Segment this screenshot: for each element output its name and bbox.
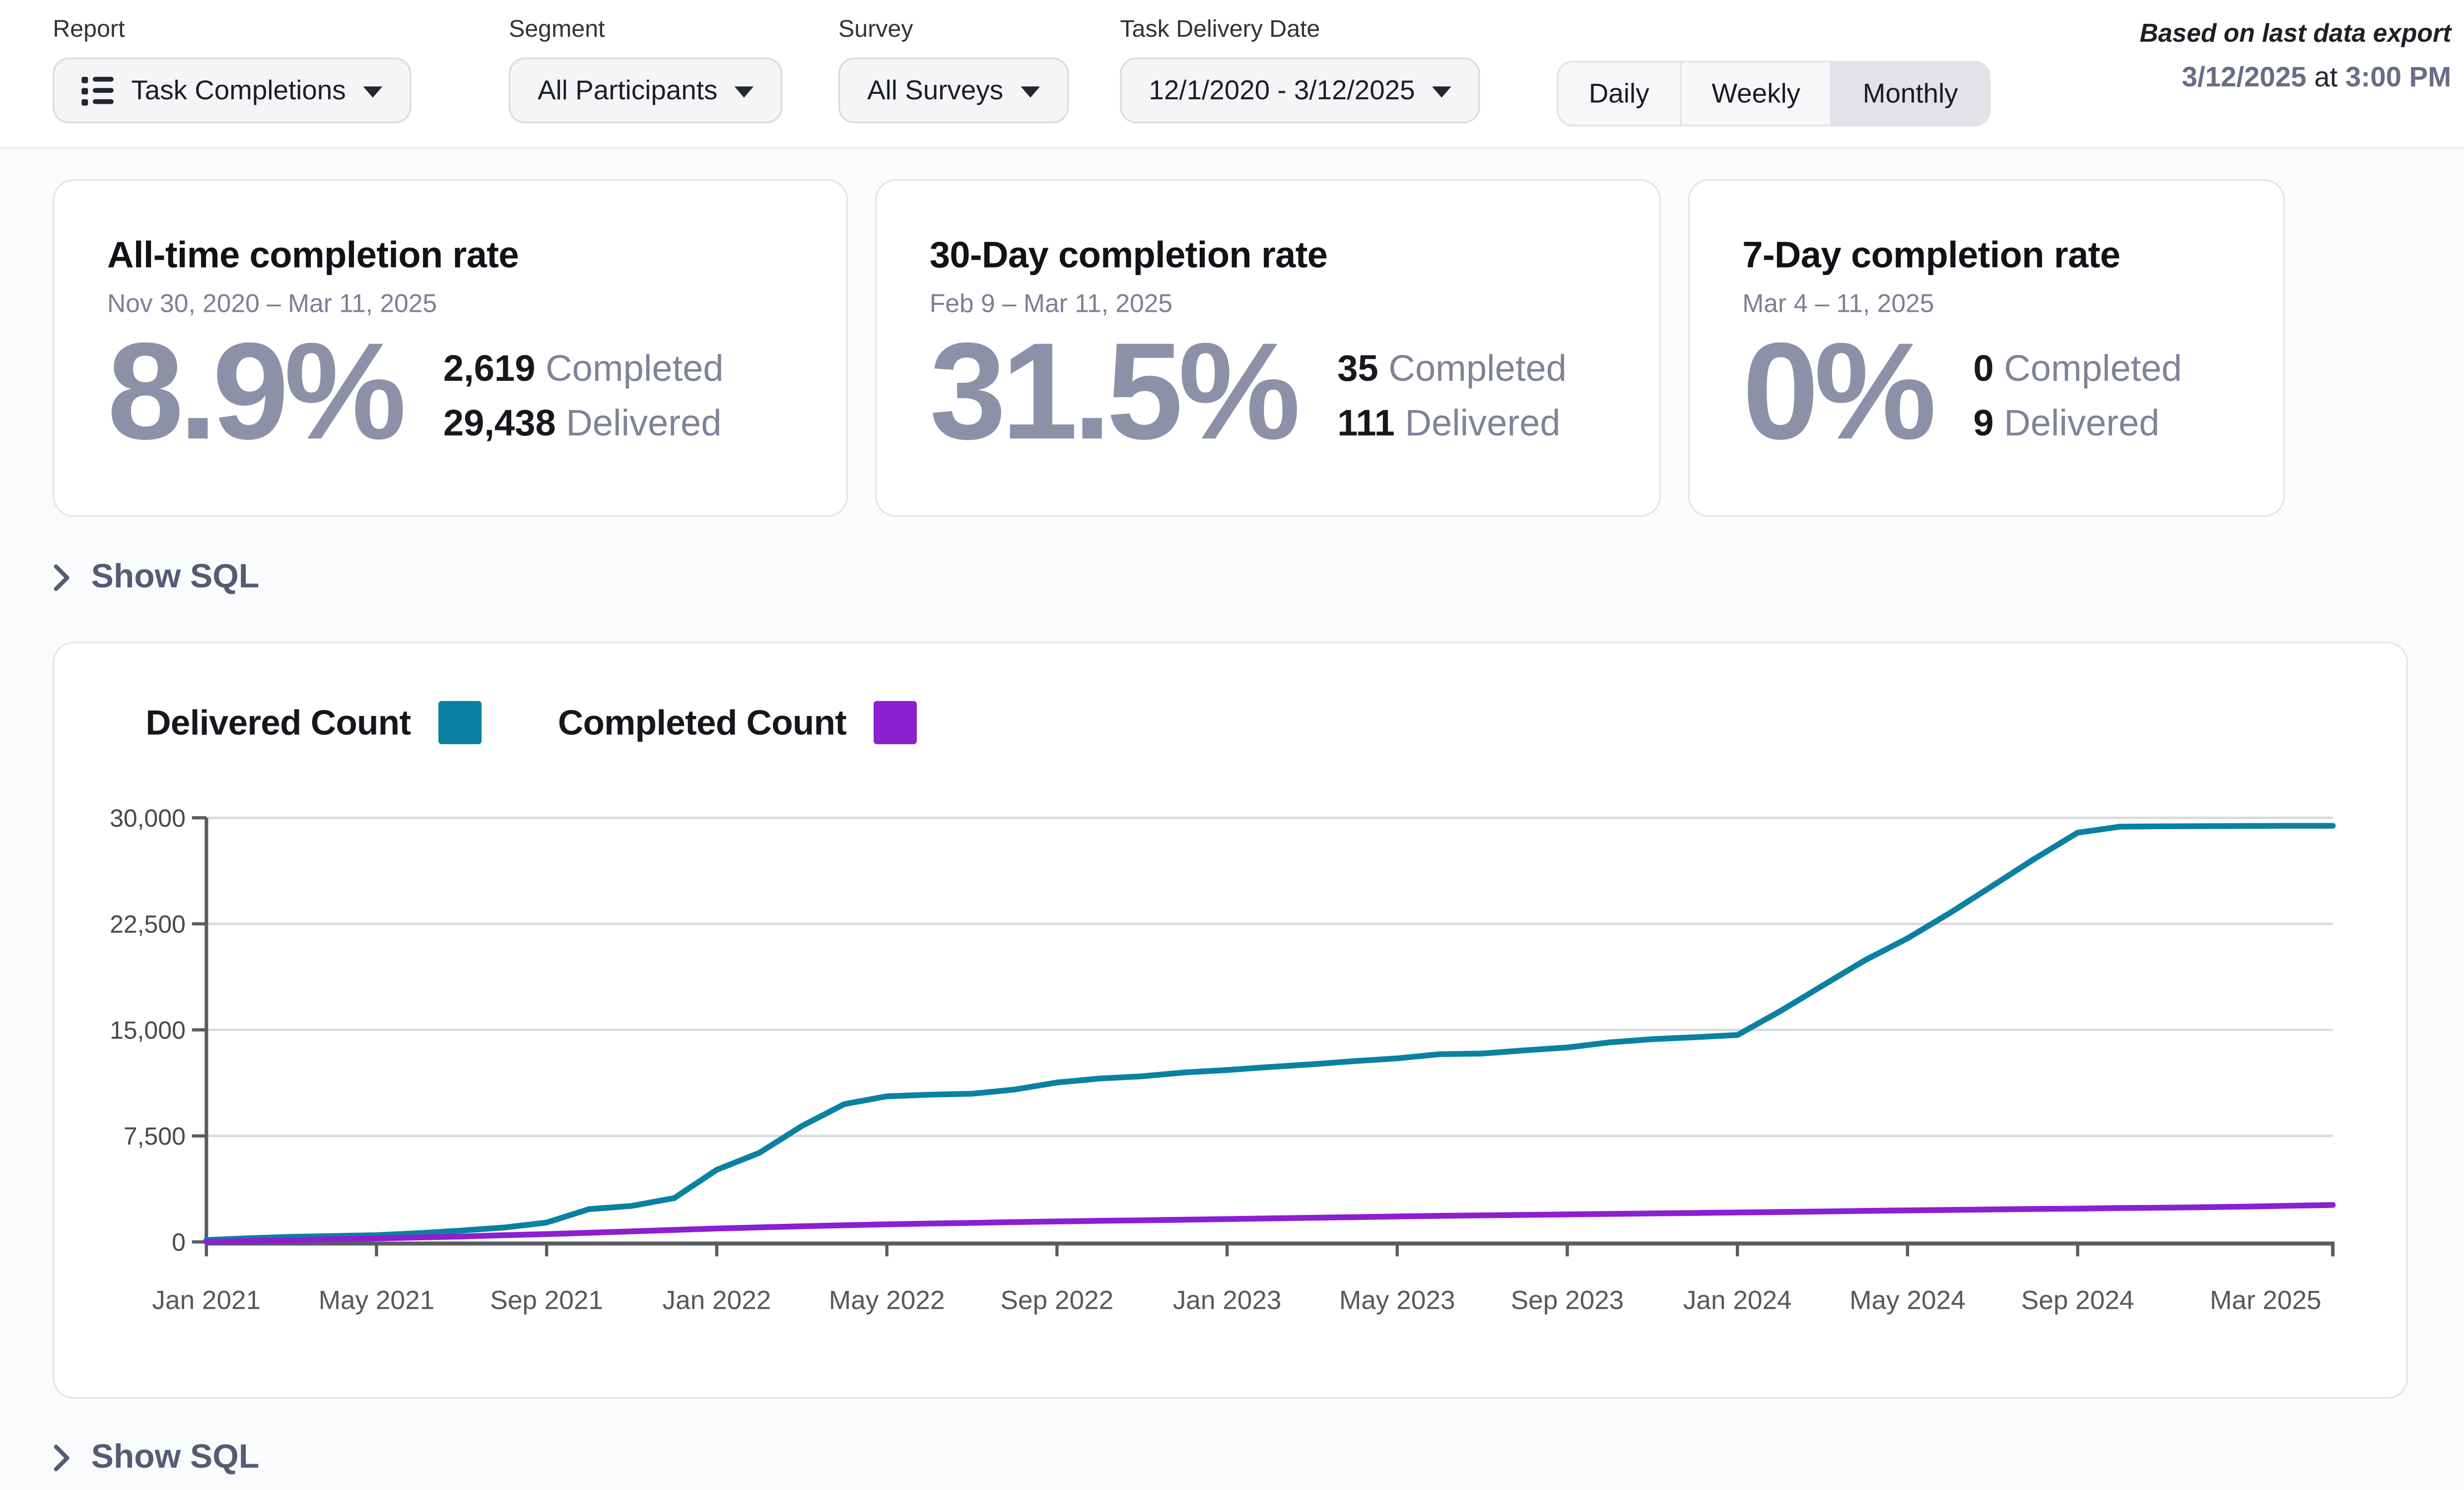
filter-bar: Report Task Completions Segment All Part… bbox=[0, 0, 2464, 149]
completed-count-line: 2,619 Completed bbox=[443, 345, 724, 394]
delivered-count-line: 9 Delivered bbox=[1973, 399, 2182, 448]
report-label: Report bbox=[53, 16, 411, 43]
date-range-label: Task Delivery Date bbox=[1120, 16, 1480, 43]
svg-text:Jan 2022: Jan 2022 bbox=[663, 1286, 771, 1315]
svg-text:30,000: 30,000 bbox=[110, 804, 186, 832]
stat-cards-row: All-time completion rate Nov 30, 2020 – … bbox=[53, 179, 2411, 517]
card-title: 7-Day completion rate bbox=[1742, 234, 2230, 277]
granularity-daily[interactable]: Daily bbox=[1559, 63, 1680, 125]
svg-text:0: 0 bbox=[172, 1228, 186, 1256]
svg-text:May 2021: May 2021 bbox=[319, 1286, 435, 1315]
dashboard-page: Report Task Completions Segment All Part… bbox=[0, 0, 2464, 1490]
caret-down-icon bbox=[1433, 86, 1452, 98]
card-title: 30-Day completion rate bbox=[930, 234, 1606, 277]
filter-date-range: Task Delivery Date 12/1/2020 - 3/12/2025 bbox=[1120, 16, 1480, 123]
card-title: All-time completion rate bbox=[107, 234, 794, 277]
completion-rate-value: 31.5% bbox=[930, 325, 1296, 460]
svg-text:7,500: 7,500 bbox=[124, 1123, 186, 1150]
list-icon bbox=[81, 76, 113, 105]
card-counts: 0 Completed 9 Delivered bbox=[1973, 345, 2182, 460]
svg-text:Mar 2025: Mar 2025 bbox=[2210, 1286, 2322, 1315]
completions-chart-card: 0 7,500 15,000 22,500 30,000 Jan 2021 May 2021… bbox=[53, 642, 2408, 1399]
show-sql-label: Show SQL bbox=[91, 559, 259, 597]
completed-count-line: 0 Completed bbox=[1973, 345, 2182, 394]
segment-dropdown[interactable]: All Participants bbox=[509, 58, 783, 123]
svg-text:22,500: 22,500 bbox=[110, 910, 186, 938]
chevron-right-icon bbox=[53, 1444, 70, 1473]
chevron-right-icon bbox=[53, 564, 70, 592]
export-note: Based on last data export 3/12/2025 at 3… bbox=[2140, 21, 2452, 94]
legend-label: Completed Count bbox=[558, 702, 846, 743]
legend-item-delivered: Delivered Count bbox=[145, 701, 481, 744]
report-dropdown[interactable]: Task Completions bbox=[53, 58, 411, 123]
svg-text:Jan 2024: Jan 2024 bbox=[1683, 1286, 1792, 1315]
filter-segment: Segment All Participants bbox=[509, 16, 783, 123]
legend-chip-delivered bbox=[438, 701, 481, 744]
granularity-toggle: Daily Weekly Monthly bbox=[1557, 61, 1990, 126]
show-sql-toggle-top[interactable]: Show SQL bbox=[53, 559, 259, 597]
stat-card-7-day: 7-Day completion rate Mar 4 – 11, 2025 0… bbox=[1688, 179, 2285, 517]
filter-survey: Survey All Surveys bbox=[838, 16, 1069, 123]
completed-count-line: 35 Completed bbox=[1337, 345, 1567, 394]
caret-down-icon bbox=[735, 86, 754, 98]
survey-label: Survey bbox=[838, 16, 1069, 43]
svg-text:Sep 2021: Sep 2021 bbox=[490, 1286, 603, 1315]
granularity-monthly[interactable]: Monthly bbox=[1831, 63, 1988, 125]
survey-value: All Surveys bbox=[867, 74, 1003, 106]
card-counts: 35 Completed 111 Delivered bbox=[1337, 345, 1567, 460]
svg-text:Sep 2023: Sep 2023 bbox=[1511, 1286, 1624, 1315]
show-sql-label: Show SQL bbox=[91, 1439, 259, 1477]
delivered-count-line: 111 Delivered bbox=[1337, 399, 1567, 448]
date-range-value: 12/1/2020 - 3/12/2025 bbox=[1149, 74, 1415, 106]
completions-chart: 0 7,500 15,000 22,500 30,000 Jan 2021 May 2021… bbox=[55, 643, 2410, 1401]
card-counts: 2,619 Completed 29,438 Delivered bbox=[443, 345, 724, 460]
svg-text:Jan 2021: Jan 2021 bbox=[152, 1286, 261, 1315]
chart-legend: Delivered Count Completed Count bbox=[145, 701, 917, 744]
date-range-picker[interactable]: 12/1/2020 - 3/12/2025 bbox=[1120, 58, 1480, 123]
svg-text:May 2024: May 2024 bbox=[1849, 1286, 1966, 1315]
legend-chip-completed bbox=[874, 701, 917, 744]
survey-dropdown[interactable]: All Surveys bbox=[838, 58, 1069, 123]
legend-label: Delivered Count bbox=[145, 702, 411, 743]
caret-down-icon bbox=[363, 86, 383, 98]
stat-card-all-time: All-time completion rate Nov 30, 2020 – … bbox=[53, 179, 848, 517]
svg-text:May 2022: May 2022 bbox=[829, 1286, 945, 1315]
legend-item-completed: Completed Count bbox=[558, 701, 917, 744]
caret-down-icon bbox=[1021, 86, 1040, 98]
svg-text:15,000: 15,000 bbox=[110, 1016, 186, 1044]
granularity-weekly[interactable]: Weekly bbox=[1680, 63, 1831, 125]
export-note-line1: Based on last data export bbox=[2140, 21, 2452, 50]
delivered-count-line: 29,438 Delivered bbox=[443, 399, 724, 448]
export-time: 3:00 PM bbox=[2345, 61, 2451, 92]
svg-text:Sep 2024: Sep 2024 bbox=[2021, 1286, 2134, 1315]
report-value: Task Completions bbox=[131, 74, 345, 106]
svg-text:Jan 2023: Jan 2023 bbox=[1173, 1286, 1282, 1315]
svg-text:Sep 2022: Sep 2022 bbox=[1001, 1286, 1114, 1315]
completion-rate-value: 0% bbox=[1742, 325, 1931, 460]
export-date: 3/12/2025 bbox=[2182, 61, 2307, 92]
export-note-line2: 3/12/2025 at 3:00 PM bbox=[2140, 61, 2452, 94]
filter-report: Report Task Completions bbox=[53, 16, 411, 123]
stat-card-30-day: 30-Day completion rate Feb 9 – Mar 11, 2… bbox=[875, 179, 1661, 517]
segment-label: Segment bbox=[509, 16, 783, 43]
show-sql-toggle-bottom[interactable]: Show SQL bbox=[53, 1439, 259, 1477]
export-at: at bbox=[2314, 61, 2337, 92]
svg-text:May 2023: May 2023 bbox=[1339, 1286, 1455, 1315]
segment-value: All Participants bbox=[538, 74, 717, 106]
completion-rate-value: 8.9% bbox=[107, 325, 402, 460]
